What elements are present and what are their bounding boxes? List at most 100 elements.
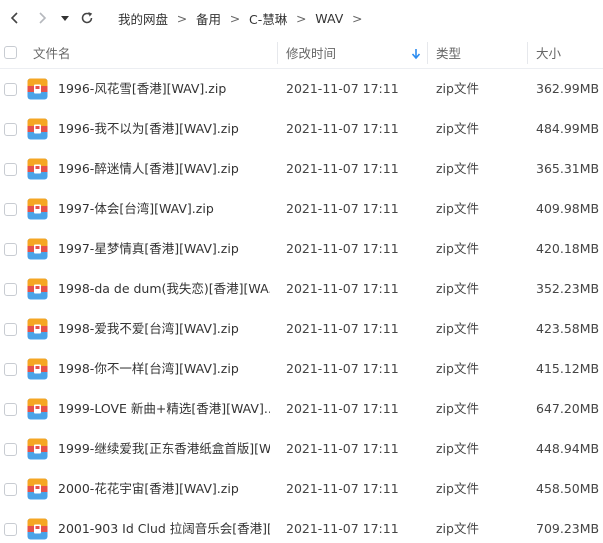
refresh-icon [81, 12, 93, 24]
file-name[interactable]: 1997-体会[台湾][WAV].zip [58, 189, 214, 229]
column-divider[interactable] [527, 42, 528, 64]
file-checkbox[interactable] [4, 163, 17, 176]
breadcrumb-item-wav[interactable]: WAV [315, 11, 343, 26]
file-checkbox[interactable] [4, 403, 17, 416]
file-checkbox[interactable] [4, 523, 17, 536]
file-modified-time: 2021-11-07 17:11 [286, 481, 399, 496]
file-name[interactable]: 1999-LOVE 新曲+精选[香港][WAV].... [58, 389, 270, 429]
file-size: 362.99MB [536, 81, 600, 96]
refresh-button[interactable] [76, 7, 98, 29]
file-modified-time: 2021-11-07 17:11 [286, 201, 399, 216]
zip-archive-icon [27, 118, 48, 140]
column-divider[interactable] [277, 42, 278, 64]
file-name[interactable]: 1996-醉迷情人[香港][WAV].zip [58, 149, 239, 189]
file-type: zip文件 [436, 201, 479, 216]
breadcrumb-separator: > [296, 10, 307, 26]
file-size: 484.99MB [536, 121, 600, 136]
file-checkbox[interactable] [4, 123, 17, 136]
file-type: zip文件 [436, 401, 479, 416]
file-type: zip文件 [436, 241, 479, 256]
column-header-name[interactable]: 文件名 [33, 36, 71, 69]
breadcrumb-item-my-drive[interactable]: 我的网盘 [118, 9, 168, 28]
file-row[interactable]: 1998-爱我不爱[台湾][WAV].zip 2021-11-07 17:11 … [0, 309, 603, 349]
file-size: 423.58MB [536, 321, 600, 336]
file-size: 415.12MB [536, 361, 600, 376]
breadcrumb: 我的网盘 > 备用 > C-慧琳 > WAV > [118, 0, 371, 36]
file-name[interactable]: 1998-爱我不爱[台湾][WAV].zip [58, 309, 239, 349]
file-modified-time: 2021-11-07 17:11 [286, 161, 399, 176]
file-size: 420.18MB [536, 241, 600, 256]
file-checkbox[interactable] [4, 83, 17, 96]
file-checkbox[interactable] [4, 243, 17, 256]
file-row[interactable]: 1998-你不一样[台湾][WAV].zip 2021-11-07 17:11 … [0, 349, 603, 389]
back-button[interactable] [4, 7, 26, 29]
breadcrumb-separator: > [229, 10, 241, 26]
file-name[interactable]: 1998-da de dum(我失恋)[香港][WA... [58, 269, 270, 309]
zip-archive-icon [27, 198, 48, 220]
sort-descending-icon[interactable] [411, 48, 421, 60]
zip-archive-icon [27, 398, 48, 420]
breadcrumb-item-backup[interactable]: 备用 [196, 9, 221, 28]
zip-archive-icon [27, 438, 48, 460]
file-checkbox[interactable] [4, 203, 17, 216]
file-name[interactable]: 2000-花花宇宙[香港][WAV].zip [58, 469, 239, 509]
file-row[interactable]: 1997-体会[台湾][WAV].zip 2021-11-07 17:11 zi… [0, 189, 603, 229]
file-modified-time: 2021-11-07 17:11 [286, 281, 399, 296]
zip-archive-icon [27, 278, 48, 300]
select-all-checkbox[interactable] [4, 46, 17, 59]
file-name[interactable]: 2001-903 Id Clud 拉阔音乐会[香港][... [58, 509, 270, 543]
zip-archive-icon [27, 318, 48, 340]
zip-archive-icon [27, 358, 48, 380]
file-checkbox[interactable] [4, 363, 17, 376]
file-checkbox[interactable] [4, 443, 17, 456]
zip-archive-icon [27, 238, 48, 260]
file-row[interactable]: 1997-星梦情真[香港][WAV].zip 2021-11-07 17:11 … [0, 229, 603, 269]
column-divider[interactable] [427, 42, 428, 64]
file-name[interactable]: 1996-风花雪[香港][WAV].zip [58, 69, 226, 109]
column-header-size[interactable]: 大小 [536, 36, 561, 69]
file-size: 448.94MB [536, 441, 600, 456]
zip-archive-icon [27, 78, 48, 100]
file-name[interactable]: 1998-你不一样[台湾][WAV].zip [58, 349, 239, 389]
file-row[interactable]: 1999-继续爱我[正东香港纸盒首版][W... 2021-11-07 17:1… [0, 429, 603, 469]
file-name[interactable]: 1996-我不以为[香港][WAV].zip [58, 109, 239, 149]
chevron-right-icon [39, 12, 47, 24]
file-checkbox[interactable] [4, 283, 17, 296]
file-row[interactable]: 1999-LOVE 新曲+精选[香港][WAV].... 2021-11-07 … [0, 389, 603, 429]
file-size: 365.31MB [536, 161, 600, 176]
history-dropdown-button[interactable] [57, 7, 73, 29]
file-checkbox[interactable] [4, 323, 17, 336]
file-row[interactable]: 1996-醉迷情人[香港][WAV].zip 2021-11-07 17:11 … [0, 149, 603, 189]
file-name[interactable]: 1997-星梦情真[香港][WAV].zip [58, 229, 239, 269]
file-row[interactable]: 1996-风花雪[香港][WAV].zip 2021-11-07 17:11 z… [0, 69, 603, 109]
file-modified-time: 2021-11-07 17:11 [286, 121, 399, 136]
navigation-bar: 我的网盘 > 备用 > C-慧琳 > WAV > [0, 0, 603, 36]
file-row[interactable]: 2001-903 Id Clud 拉阔音乐会[香港][... 2021-11-0… [0, 509, 603, 543]
file-type: zip文件 [436, 121, 479, 136]
file-modified-time: 2021-11-07 17:11 [286, 521, 399, 536]
file-size: 709.23MB [536, 521, 600, 536]
file-row[interactable]: 2000-花花宇宙[香港][WAV].zip 2021-11-07 17:11 … [0, 469, 603, 509]
file-size: 458.50MB [536, 481, 600, 496]
breadcrumb-separator: > [176, 10, 188, 26]
file-row[interactable]: 1998-da de dum(我失恋)[香港][WA... 2021-11-07… [0, 269, 603, 309]
file-modified-time: 2021-11-07 17:11 [286, 321, 399, 336]
column-header-type[interactable]: 类型 [436, 36, 461, 69]
file-type: zip文件 [436, 441, 479, 456]
file-type: zip文件 [436, 321, 479, 336]
file-modified-time: 2021-11-07 17:11 [286, 441, 399, 456]
file-type: zip文件 [436, 521, 479, 536]
file-type: zip文件 [436, 281, 479, 296]
file-size: 409.98MB [536, 201, 600, 216]
breadcrumb-item-folder[interactable]: C-慧琳 [249, 9, 287, 28]
column-header-modified[interactable]: 修改时间 [286, 36, 336, 69]
forward-button[interactable] [31, 7, 53, 29]
file-list-header: 文件名 修改时间 类型 大小 [0, 36, 603, 69]
file-row[interactable]: 1996-我不以为[香港][WAV].zip 2021-11-07 17:11 … [0, 109, 603, 149]
file-size: 352.23MB [536, 281, 600, 296]
file-checkbox[interactable] [4, 483, 17, 496]
file-name[interactable]: 1999-继续爱我[正东香港纸盒首版][W... [58, 429, 270, 469]
file-modified-time: 2021-11-07 17:11 [286, 361, 399, 376]
file-modified-time: 2021-11-07 17:11 [286, 241, 399, 256]
zip-archive-icon [27, 518, 48, 540]
